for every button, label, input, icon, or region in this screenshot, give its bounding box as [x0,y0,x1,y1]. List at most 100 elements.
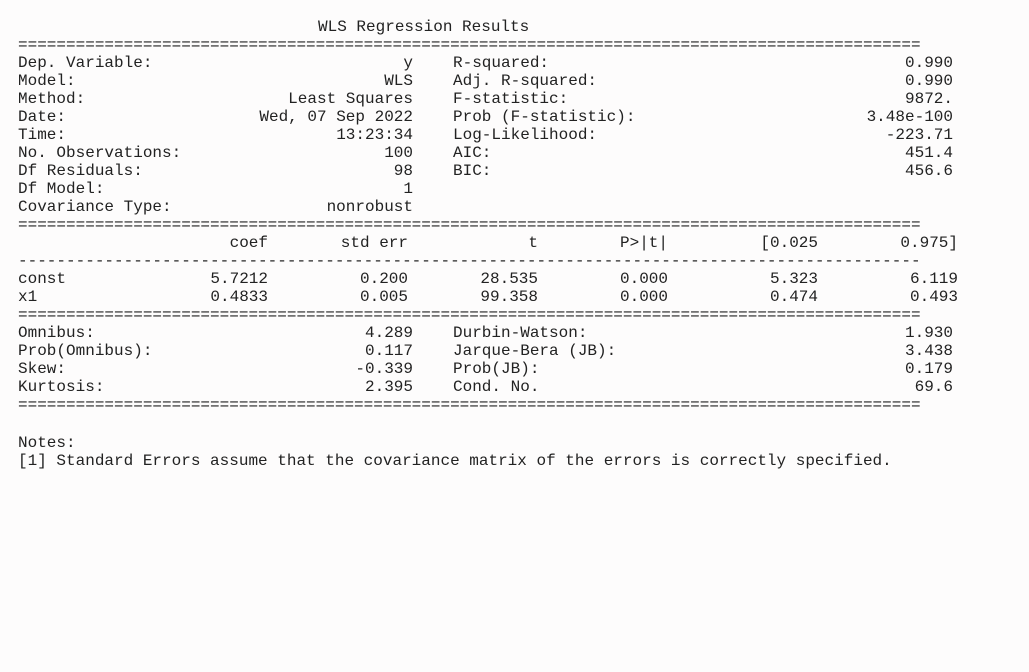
notes-line: [1] Standard Errors assume that the cova… [18,452,1008,470]
table-row: Model: WLS Adj. R-squared: 0.990 [18,72,1008,90]
table-row: Time: 13:23:34 Log-Likelihood: -223.71 [18,126,1008,144]
summary-label: AIC: [453,144,683,162]
table-row: Covariance Type: nonrobust [18,198,1008,216]
diag-value: 69.6 [733,378,953,396]
table-row: x1 0.4833 0.005 99.358 0.000 0.474 0.493 [18,288,1008,306]
diag-value: 0.117 [213,342,413,360]
summary-label [453,198,683,216]
coef-ci-hi: 6.119 [818,270,958,288]
table-row: Kurtosis: 2.395 Cond. No. 69.6 [18,378,1008,396]
coef-p: 0.000 [538,288,668,306]
coef-header-row: coef std err t P>|t| [0.025 0.975] [18,234,1008,252]
diag-label: Prob(JB): [453,360,683,378]
divider: ----------------------------------------… [18,252,1008,270]
summary-label: Adj. R-squared: [453,72,683,90]
table-row: Dep. Variable: y R-squared: 0.990 [18,54,1008,72]
diag-value: 0.179 [733,360,953,378]
diag-label: Omnibus: [18,324,213,342]
coef-stderr: 0.200 [268,270,408,288]
coef-term: const [18,270,148,288]
summary-label: Date: [18,108,213,126]
page-title: WLS Regression Results [18,18,1008,36]
summary-label: F-statistic: [453,90,683,108]
summary-label: Model: [18,72,213,90]
diag-value: 4.289 [213,324,413,342]
diag-label: Cond. No. [453,378,683,396]
table-row: Df Residuals: 98 BIC: 456.6 [18,162,1008,180]
summary-value: 98 [213,162,413,180]
coef-ci-hi: 0.493 [818,288,958,306]
table-row: const 5.7212 0.200 28.535 0.000 5.323 6.… [18,270,1008,288]
table-row: No. Observations: 100 AIC: 451.4 [18,144,1008,162]
summary-label: Prob (F-statistic): [453,108,683,126]
coef-value: 0.4833 [148,288,268,306]
summary-value: 451.4 [733,144,953,162]
summary-value: 13:23:34 [213,126,413,144]
summary-value: 1 [213,180,413,198]
summary-value [733,198,953,216]
coef-t: 99.358 [408,288,538,306]
regression-output: WLS Regression Results =================… [18,18,1008,470]
summary-label [453,180,683,198]
table-row: Df Model: 1 [18,180,1008,198]
summary-value: 0.990 [733,72,953,90]
coef-t: 28.535 [408,270,538,288]
summary-label: Method: [18,90,213,108]
diag-label: Prob(Omnibus): [18,342,213,360]
diag-value: 1.930 [733,324,953,342]
diag-value: 2.395 [213,378,413,396]
summary-value: WLS [213,72,413,90]
summary-value: 3.48e-100 [733,108,953,126]
summary-label: R-squared: [453,54,683,72]
coef-header: 0.975] [818,234,958,252]
divider: ========================================… [18,306,1008,324]
coef-ci-lo: 0.474 [668,288,818,306]
diag-value: 3.438 [733,342,953,360]
summary-label: Log-Likelihood: [453,126,683,144]
summary-label: Df Model: [18,180,213,198]
summary-value: Wed, 07 Sep 2022 [213,108,413,126]
diag-label: Durbin-Watson: [453,324,683,342]
summary-value: -223.71 [733,126,953,144]
notes-header: Notes: [18,434,1008,452]
summary-value [733,180,953,198]
summary-value: 9872. [733,90,953,108]
table-row: Omnibus: 4.289 Durbin-Watson: 1.930 [18,324,1008,342]
coef-header [18,234,148,252]
coef-value: 5.7212 [148,270,268,288]
table-row: Date: Wed, 07 Sep 2022 Prob (F-statistic… [18,108,1008,126]
diag-label: Skew: [18,360,213,378]
coef-header: coef [148,234,268,252]
summary-label: Covariance Type: [18,198,213,216]
coef-header: P>|t| [538,234,668,252]
summary-label: Df Residuals: [18,162,213,180]
summary-value: 456.6 [733,162,953,180]
summary-label: BIC: [453,162,683,180]
summary-label: Time: [18,126,213,144]
summary-block: Dep. Variable: y R-squared: 0.990 Model:… [18,54,1008,216]
diagnostics-block: Omnibus: 4.289 Durbin-Watson: 1.930 Prob… [18,324,1008,396]
divider: ========================================… [18,396,1008,414]
summary-label: Dep. Variable: [18,54,213,72]
summary-value: 100 [213,144,413,162]
table-row: Method: Least Squares F-statistic: 9872. [18,90,1008,108]
table-row: Skew: -0.339 Prob(JB): 0.179 [18,360,1008,378]
diag-label: Kurtosis: [18,378,213,396]
summary-value: y [213,54,413,72]
table-row: Prob(Omnibus): 0.117 Jarque-Bera (JB): 3… [18,342,1008,360]
diag-label: Jarque-Bera (JB): [453,342,683,360]
summary-label: No. Observations: [18,144,213,162]
divider: ========================================… [18,216,1008,234]
summary-value: 0.990 [733,54,953,72]
coef-header: t [408,234,538,252]
coef-header: std err [268,234,408,252]
summary-value: nonrobust [213,198,413,216]
coef-header: [0.025 [668,234,818,252]
coef-ci-lo: 5.323 [668,270,818,288]
diag-value: -0.339 [213,360,413,378]
notes-block: Notes: [1] Standard Errors assume that t… [18,434,1008,470]
coef-stderr: 0.005 [268,288,408,306]
coef-term: x1 [18,288,148,306]
summary-value: Least Squares [213,90,413,108]
divider: ========================================… [18,36,1008,54]
